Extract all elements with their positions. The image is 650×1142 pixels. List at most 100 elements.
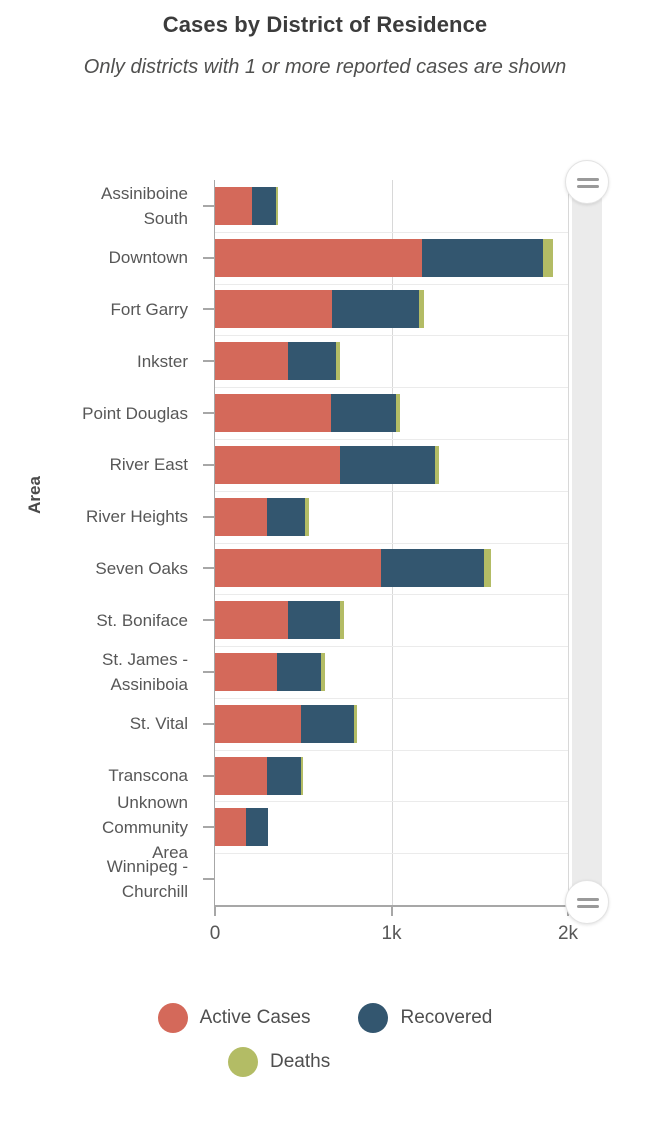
y-axis-label: River Heights — [85, 507, 188, 527]
y-axis-label: St. Vital — [129, 714, 188, 734]
y-axis-tick — [203, 722, 214, 725]
bar-segment[interactable] — [215, 497, 268, 536]
bar-segment[interactable] — [483, 549, 491, 588]
legend-item[interactable]: Deaths — [228, 1047, 330, 1077]
y-axis-tick — [203, 774, 214, 777]
y-axis-label: Seven Oaks — [95, 558, 188, 578]
bar-segment[interactable] — [340, 601, 344, 640]
y-axis-tick — [203, 567, 214, 570]
row-separator — [215, 283, 568, 285]
bar-segment[interactable] — [215, 238, 422, 277]
bar-segment[interactable] — [395, 394, 401, 433]
bar-segment[interactable] — [215, 394, 332, 433]
y-axis-tick — [203, 878, 214, 881]
cases-by-district-chart: Cases by District of Residence Only dist… — [0, 0, 650, 1142]
bar-segment[interactable] — [215, 601, 289, 640]
plot-area — [215, 180, 569, 905]
y-axis-label: Winnipeg - Churchill — [106, 857, 188, 902]
y-axis-tick — [203, 670, 214, 673]
drag-handle-icon — [577, 178, 599, 181]
x-axis-tick — [390, 905, 393, 916]
bar-segment[interactable] — [215, 549, 381, 588]
bar-segment[interactable] — [267, 497, 306, 536]
bar-segment[interactable] — [335, 342, 340, 381]
bar-segment[interactable] — [215, 704, 301, 743]
legend-label: Deaths — [270, 1051, 331, 1072]
bar-segment[interactable] — [419, 290, 425, 329]
bar-segment[interactable] — [215, 756, 267, 795]
x-axis-label: 0 — [209, 923, 221, 944]
y-axis-label: Fort Garry — [110, 299, 188, 319]
legend-label: Active Cases — [199, 1007, 311, 1028]
bar-segment[interactable] — [288, 601, 341, 640]
bar-segment[interactable] — [266, 756, 301, 795]
chart-legend: Active Cases Recovered Deaths — [0, 1003, 650, 1091]
y-axis-label: St. Boniface — [96, 610, 188, 630]
bar-segment[interactable] — [215, 342, 288, 381]
row-separator — [215, 490, 568, 492]
bar-segment[interactable] — [215, 445, 341, 484]
y-axis-label: Point Douglas — [82, 403, 188, 423]
vertical-scrollbar-track[interactable] — [572, 183, 602, 905]
legend-row: Deaths — [0, 1047, 650, 1077]
bar-segment[interactable] — [277, 652, 322, 691]
y-axis-tick — [203, 412, 214, 415]
bar-segment[interactable] — [275, 186, 278, 225]
y-axis-label: St. James - Assiniboia — [102, 649, 188, 694]
legend-item[interactable]: Active Cases — [157, 1003, 311, 1033]
bar-segment[interactable] — [340, 445, 435, 484]
x-axis-tick — [214, 905, 216, 916]
x-axis-label: 2k — [557, 923, 579, 944]
bar-segment[interactable] — [434, 445, 439, 484]
bar-segment[interactable] — [215, 652, 278, 691]
bar-segment[interactable] — [353, 704, 358, 743]
bar-segment[interactable] — [300, 704, 354, 743]
y-axis-tick — [203, 308, 214, 311]
bar-segment[interactable] — [331, 394, 396, 433]
legend-color-swatch — [358, 1003, 389, 1033]
row-separator — [215, 646, 568, 648]
bar-segment[interactable] — [321, 652, 325, 691]
y-axis-tick — [203, 619, 214, 622]
row-separator — [215, 335, 568, 337]
bar-segment[interactable] — [305, 497, 310, 536]
row-separator — [215, 542, 568, 544]
legend-row: Active Cases Recovered — [0, 1003, 650, 1033]
x-axis-label: 1k — [381, 923, 402, 944]
legend-label: Recovered — [400, 1007, 493, 1028]
y-axis-tick — [203, 515, 214, 518]
bar-segment[interactable] — [421, 238, 543, 277]
row-separator — [215, 438, 568, 440]
row-separator — [215, 594, 568, 596]
bar-segment[interactable] — [251, 186, 276, 225]
drag-handle-icon — [577, 905, 599, 908]
y-axis-tick — [203, 463, 214, 466]
row-separator — [215, 231, 568, 233]
legend-color-swatch — [228, 1047, 258, 1077]
bar-segment[interactable] — [542, 238, 553, 277]
chart-subtitle: Only districts with 1 or more reported c… — [83, 56, 567, 78]
drag-handle-icon — [577, 898, 599, 901]
bar-segment[interactable] — [332, 290, 420, 329]
y-axis-label: Inkster — [136, 351, 188, 371]
y-axis-label: Assiniboine South — [101, 183, 188, 228]
row-separator — [215, 853, 568, 855]
drag-handle-icon — [577, 185, 599, 188]
scrollbar-bottom-handle[interactable] — [565, 880, 609, 924]
chart-title: Cases by District of Residence — [162, 12, 488, 37]
bar-segment[interactable] — [300, 756, 304, 795]
bar-segment[interactable] — [215, 186, 252, 225]
bar-segment[interactable] — [215, 808, 246, 847]
y-axis-tick — [203, 256, 214, 259]
bar-segment[interactable] — [380, 549, 484, 588]
row-separator — [215, 697, 568, 699]
row-separator — [215, 387, 568, 389]
bar-segment[interactable] — [245, 808, 268, 847]
legend-item[interactable]: Recovered — [358, 1003, 492, 1033]
y-axis-tick — [203, 826, 214, 829]
gridline — [568, 180, 569, 905]
scrollbar-top-handle[interactable] — [565, 160, 609, 204]
bar-segment[interactable] — [287, 342, 336, 381]
bar-segment[interactable] — [215, 290, 333, 329]
row-separator — [215, 801, 568, 803]
